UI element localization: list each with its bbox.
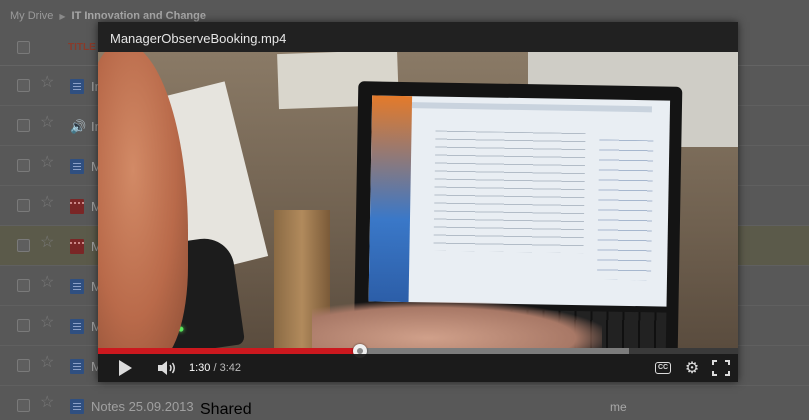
player-title-bar: ManagerObserveBooking.mp4 xyxy=(98,22,738,52)
video-file-icon xyxy=(70,199,84,214)
closed-captions-icon: CC xyxy=(654,362,672,374)
video-scene-laptop-screen xyxy=(368,95,671,307)
video-scene-screen-text xyxy=(433,130,586,254)
volume-button[interactable] xyxy=(156,354,178,382)
video-scene-screen-toolbar xyxy=(411,102,652,113)
file-owner: me xyxy=(610,400,627,414)
row-checkbox[interactable] xyxy=(17,319,30,332)
video-title: ManagerObserveBooking.mp4 xyxy=(110,31,287,46)
title-column-header[interactable]: TITLE xyxy=(68,42,96,53)
video-scene-screen-column xyxy=(596,139,654,281)
star-icon[interactable]: ☆ xyxy=(40,115,54,131)
document-icon xyxy=(70,79,84,94)
star-icon[interactable]: ☆ xyxy=(40,155,54,171)
row-checkbox[interactable] xyxy=(17,359,30,372)
star-icon[interactable]: ☆ xyxy=(40,75,54,91)
select-all-checkbox[interactable] xyxy=(17,41,30,54)
row-checkbox[interactable] xyxy=(17,159,30,172)
star-icon[interactable]: ☆ xyxy=(40,315,54,331)
settings-button[interactable]: ⚙ xyxy=(682,354,702,382)
captions-button[interactable]: CC xyxy=(654,354,672,382)
star-icon[interactable]: ☆ xyxy=(40,235,54,251)
video-player[interactable]: ManagerObserveBooking.mp4 1:30 / 3:42 CC… xyxy=(98,22,738,382)
row-checkbox[interactable] xyxy=(17,399,30,412)
time-display: 1:30 / 3:42 xyxy=(189,362,241,374)
breadcrumb-separator-icon: ▶ xyxy=(59,11,66,21)
video-frame[interactable] xyxy=(98,52,738,348)
row-checkbox[interactable] xyxy=(17,119,30,132)
audio-file-icon: 🔊 xyxy=(70,119,87,134)
star-icon[interactable]: ☆ xyxy=(40,195,54,211)
current-time: 1:30 xyxy=(189,362,211,374)
file-row[interactable]: ☆ Notes 25.09.2013 me Shared xyxy=(0,386,809,420)
document-icon xyxy=(70,399,84,414)
video-scene-screen-sidebar xyxy=(368,95,413,303)
gear-icon: ⚙ xyxy=(684,360,700,377)
row-checkbox[interactable] xyxy=(17,239,30,252)
video-scene-hands xyxy=(312,302,602,348)
shared-label: Shared xyxy=(200,401,252,418)
fullscreen-icon xyxy=(712,360,730,376)
breadcrumb-folder[interactable]: IT Innovation and Change xyxy=(72,10,206,22)
star-icon[interactable]: ☆ xyxy=(40,395,54,411)
play-button[interactable] xyxy=(114,354,136,382)
duration: / 3:42 xyxy=(210,362,241,374)
video-file-icon xyxy=(70,239,84,254)
document-icon xyxy=(70,319,84,334)
star-icon[interactable]: ☆ xyxy=(40,355,54,371)
breadcrumb-root[interactable]: My Drive xyxy=(10,10,53,22)
play-icon xyxy=(118,360,132,376)
document-icon xyxy=(70,159,84,174)
fullscreen-button[interactable] xyxy=(710,354,732,382)
document-icon xyxy=(70,359,84,374)
breadcrumb: My Drive ▶ IT Innovation and Change xyxy=(10,10,206,22)
file-name[interactable]: Notes 25.09.2013 xyxy=(91,399,194,414)
player-controls: 1:30 / 3:42 CC ⚙ xyxy=(98,354,738,382)
volume-icon xyxy=(158,361,175,375)
row-checkbox[interactable] xyxy=(17,199,30,212)
star-icon[interactable]: ☆ xyxy=(40,275,54,291)
row-checkbox[interactable] xyxy=(17,279,30,292)
row-checkbox[interactable] xyxy=(17,79,30,92)
document-icon xyxy=(70,279,84,294)
